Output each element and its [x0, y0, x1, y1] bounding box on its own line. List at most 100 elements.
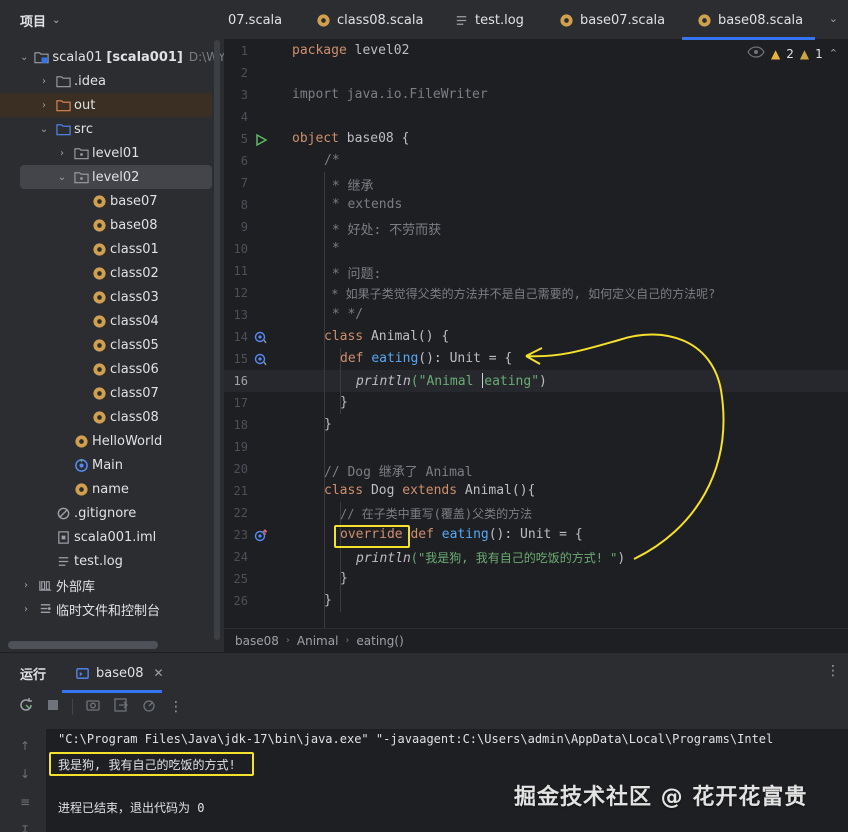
console-side-toolbar: ↑ ↓ ≡ ↧ — [20, 739, 30, 832]
scala-object-icon — [91, 217, 107, 233]
folder-excluded-icon — [55, 97, 71, 113]
tree-item-base07[interactable]: base07 — [0, 189, 212, 213]
tree-item-name[interactable]: name — [0, 477, 212, 501]
tab-label: class08.scala — [337, 12, 424, 28]
tree-item-class04[interactable]: class04 — [0, 309, 212, 333]
tree-item-base08[interactable]: base08 — [0, 213, 212, 237]
breadcrumb-item[interactable]: eating() — [356, 634, 403, 648]
tree-item-class05[interactable]: class05 — [0, 333, 212, 357]
scala-object-icon — [91, 313, 107, 329]
tree-vertical-scrollbar[interactable] — [214, 40, 220, 640]
tree-item-class07[interactable]: class07 — [0, 381, 212, 405]
annotation-box-output — [49, 752, 254, 776]
scala-object-icon — [91, 289, 107, 305]
tab-label: test.log — [475, 12, 524, 28]
more-options-icon[interactable]: ⋮ — [169, 699, 183, 715]
tree-item-out[interactable]: › out — [0, 93, 212, 117]
tab-test-log[interactable]: test.log — [453, 0, 524, 40]
tree-item-scala01[interactable]: ⌄ scala01 [scala001] D:\WYM — [0, 45, 236, 69]
run-tab-label: base08 — [96, 665, 144, 681]
profiler-icon[interactable] — [141, 697, 157, 717]
close-icon[interactable]: ✕ — [154, 666, 164, 680]
chevron-right-icon[interactable]: › — [56, 148, 68, 159]
project-panel: 项目 ⌄ ⌄ scala01 [scala001] D:\WYM › .idea… — [0, 0, 236, 652]
chevron-right-icon[interactable]: › — [20, 580, 32, 591]
chevron-down-icon[interactable]: ⌄ — [20, 52, 28, 63]
breadcrumb-item[interactable]: base08 — [235, 634, 279, 648]
tree-item-label: class05 — [110, 337, 159, 353]
breadcrumb: base08 › Animal › eating() — [224, 628, 848, 652]
tree-item-class02[interactable]: class02 — [0, 261, 212, 285]
arrow-down-icon[interactable]: ↓ — [20, 767, 30, 781]
editor-tab-bar: 07.scala class08.scala test.log base07.s… — [224, 0, 848, 40]
tree-item-label: 临时文件和控制台 — [56, 603, 161, 619]
tree-item-gitignore[interactable]: .gitignore — [0, 501, 212, 525]
scala-object-icon — [73, 433, 89, 449]
camera-icon[interactable] — [85, 697, 101, 717]
tree-item-label: class06 — [110, 361, 159, 377]
tab-base07[interactable]: base07.scala — [558, 0, 665, 40]
chevron-right-icon[interactable]: › — [20, 604, 32, 615]
more-options-icon[interactable]: ⋮ — [826, 663, 840, 679]
scala-object-icon — [73, 481, 89, 497]
scroll-to-end-icon[interactable]: ↧ — [20, 823, 30, 832]
tree-item-label: out — [74, 97, 96, 113]
tree-item-level02[interactable]: ⌄ level02 — [20, 165, 212, 189]
tree-item-label: class08 — [110, 409, 159, 425]
tree-item-src[interactable]: ⌄ src — [0, 117, 212, 141]
tree-item-scratches[interactable]: › 临时文件和控制台 — [0, 597, 212, 621]
tree-item-level01[interactable]: › level01 — [0, 141, 212, 165]
project-panel-header[interactable]: 项目 ⌄ — [0, 0, 224, 40]
tree-item-label: HelloWorld — [92, 433, 163, 449]
tree-item-label: test.log — [74, 553, 123, 569]
tree-item-class08[interactable]: class08 — [0, 405, 212, 429]
tree-item-label: .gitignore — [74, 505, 137, 521]
tree-item-label: level02 — [92, 169, 140, 185]
soft-wrap-icon[interactable]: ≡ — [20, 795, 30, 809]
console-command-line: "C:\Program Files\Java\jdk-17\bin\java.e… — [58, 732, 774, 746]
tree-item-testlog[interactable]: test.log — [0, 549, 212, 573]
rerun-icon[interactable] — [18, 697, 34, 717]
tree-item-label: scala01 — [52, 49, 103, 65]
tree-item-idea[interactable]: › .idea — [0, 69, 212, 93]
scala-object-icon — [696, 12, 712, 28]
tree-item-class03[interactable]: class03 — [0, 285, 212, 309]
tab-base07-partial[interactable]: 07.scala — [228, 0, 282, 40]
exit-icon[interactable] — [113, 697, 129, 717]
tab-label: base08.scala — [718, 12, 804, 28]
folder-icon — [55, 73, 71, 89]
tree-item-external-libraries[interactable]: › 外部库 — [0, 573, 212, 597]
code-editor[interactable]: ▲ 2 ▲ 1 ⌃ 1 2 3 4 5 6 7 8 9 10 11 12 13 … — [224, 40, 848, 628]
chevron-down-icon[interactable]: ⌄ — [38, 124, 50, 135]
run-tab-base08[interactable]: base08 ✕ — [62, 653, 164, 693]
chevron-down-icon[interactable]: ⌄ — [52, 15, 60, 26]
tree-item-main[interactable]: Main — [0, 453, 212, 477]
module-name: [scala001] — [106, 49, 183, 65]
project-panel-title: 项目 — [20, 14, 47, 30]
scala-object-icon — [91, 337, 107, 353]
tab-label: 07.scala — [228, 12, 283, 28]
tab-base08[interactable]: base08.scala — [682, 0, 816, 40]
tree-item-class01[interactable]: class01 — [0, 237, 212, 261]
tree-horizontal-scrollbar[interactable] — [8, 641, 158, 649]
tree-item-iml[interactable]: scala001.iml — [0, 525, 212, 549]
scala-object-icon — [315, 12, 331, 28]
run-config-icon — [74, 665, 90, 681]
package-icon — [73, 169, 89, 185]
text-file-icon — [55, 553, 71, 569]
tree-item-helloworld[interactable]: HelloWorld — [0, 429, 212, 453]
tree-item-label: class01 — [110, 241, 159, 257]
tab-class08[interactable]: class08.scala — [315, 0, 423, 40]
toolbar-divider — [72, 699, 73, 715]
breadcrumb-item[interactable]: Animal — [297, 634, 339, 648]
stop-icon[interactable] — [46, 698, 60, 716]
arrow-up-icon[interactable]: ↑ — [20, 739, 30, 753]
scala-object-icon — [91, 241, 107, 257]
chevron-down-icon[interactable]: ⌄ — [829, 12, 838, 25]
tree-item-class06[interactable]: class06 — [0, 357, 212, 381]
scala-object-icon — [91, 265, 107, 281]
chevron-right-icon[interactable]: › — [38, 100, 50, 111]
chevron-right-icon[interactable]: › — [38, 76, 50, 87]
tree-item-label: src — [74, 121, 93, 137]
chevron-down-icon[interactable]: ⌄ — [56, 172, 68, 183]
